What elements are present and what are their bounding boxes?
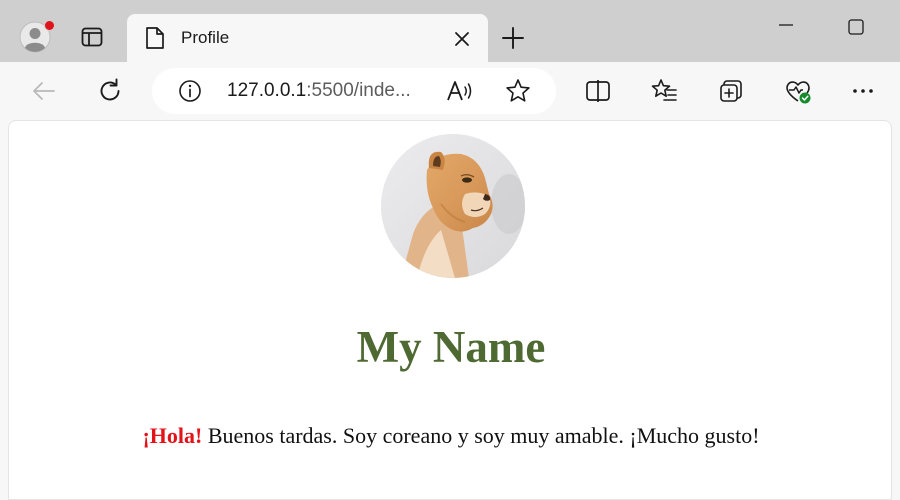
tab-actions-icon[interactable] <box>80 25 104 49</box>
star-icon[interactable] <box>504 77 532 105</box>
plus-icon[interactable] <box>500 25 526 51</box>
split-screen-icon[interactable] <box>584 77 612 105</box>
url-path: :5500/inde... <box>306 80 411 101</box>
back-arrow-icon[interactable] <box>30 77 58 105</box>
url-host: 127.0.0.1 <box>227 80 307 101</box>
close-icon[interactable] <box>452 29 472 49</box>
profile-photo <box>381 134 525 278</box>
favorites-icon[interactable] <box>650 77 678 105</box>
url-text: 127.0.0.1:5500/inde... <box>227 80 411 102</box>
collections-icon[interactable] <box>718 77 746 105</box>
page-viewport: My Name ¡Hola! Buenos tardas. Soy corean… <box>8 120 892 500</box>
toolbar: 127.0.0.1:5500/inde... <box>0 62 900 120</box>
lioness-image <box>381 134 525 278</box>
greeting-highlight: ¡Hola! <box>142 423 203 448</box>
tab-title: Profile <box>181 28 230 47</box>
refresh-icon[interactable] <box>96 77 124 105</box>
more-icon[interactable] <box>849 77 877 105</box>
page-title: My Name <box>356 322 546 372</box>
address-bar[interactable]: 127.0.0.1:5500/inde... <box>152 68 556 114</box>
greeting-text: Buenos tardas. Soy coreano y soy muy ama… <box>202 423 760 448</box>
greeting-paragraph: ¡Hola! Buenos tardas. Soy coreano y soy … <box>9 423 893 449</box>
browser-essentials-icon[interactable] <box>784 77 812 105</box>
maximize-icon[interactable] <box>846 17 866 37</box>
info-icon[interactable] <box>178 79 202 103</box>
minimize-icon[interactable] <box>776 22 796 28</box>
tab-strip: Profile <box>0 0 900 62</box>
page-icon <box>146 27 164 49</box>
read-aloud-icon[interactable] <box>446 78 474 104</box>
notification-dot <box>44 20 55 31</box>
tab-profile[interactable]: Profile <box>127 14 488 62</box>
